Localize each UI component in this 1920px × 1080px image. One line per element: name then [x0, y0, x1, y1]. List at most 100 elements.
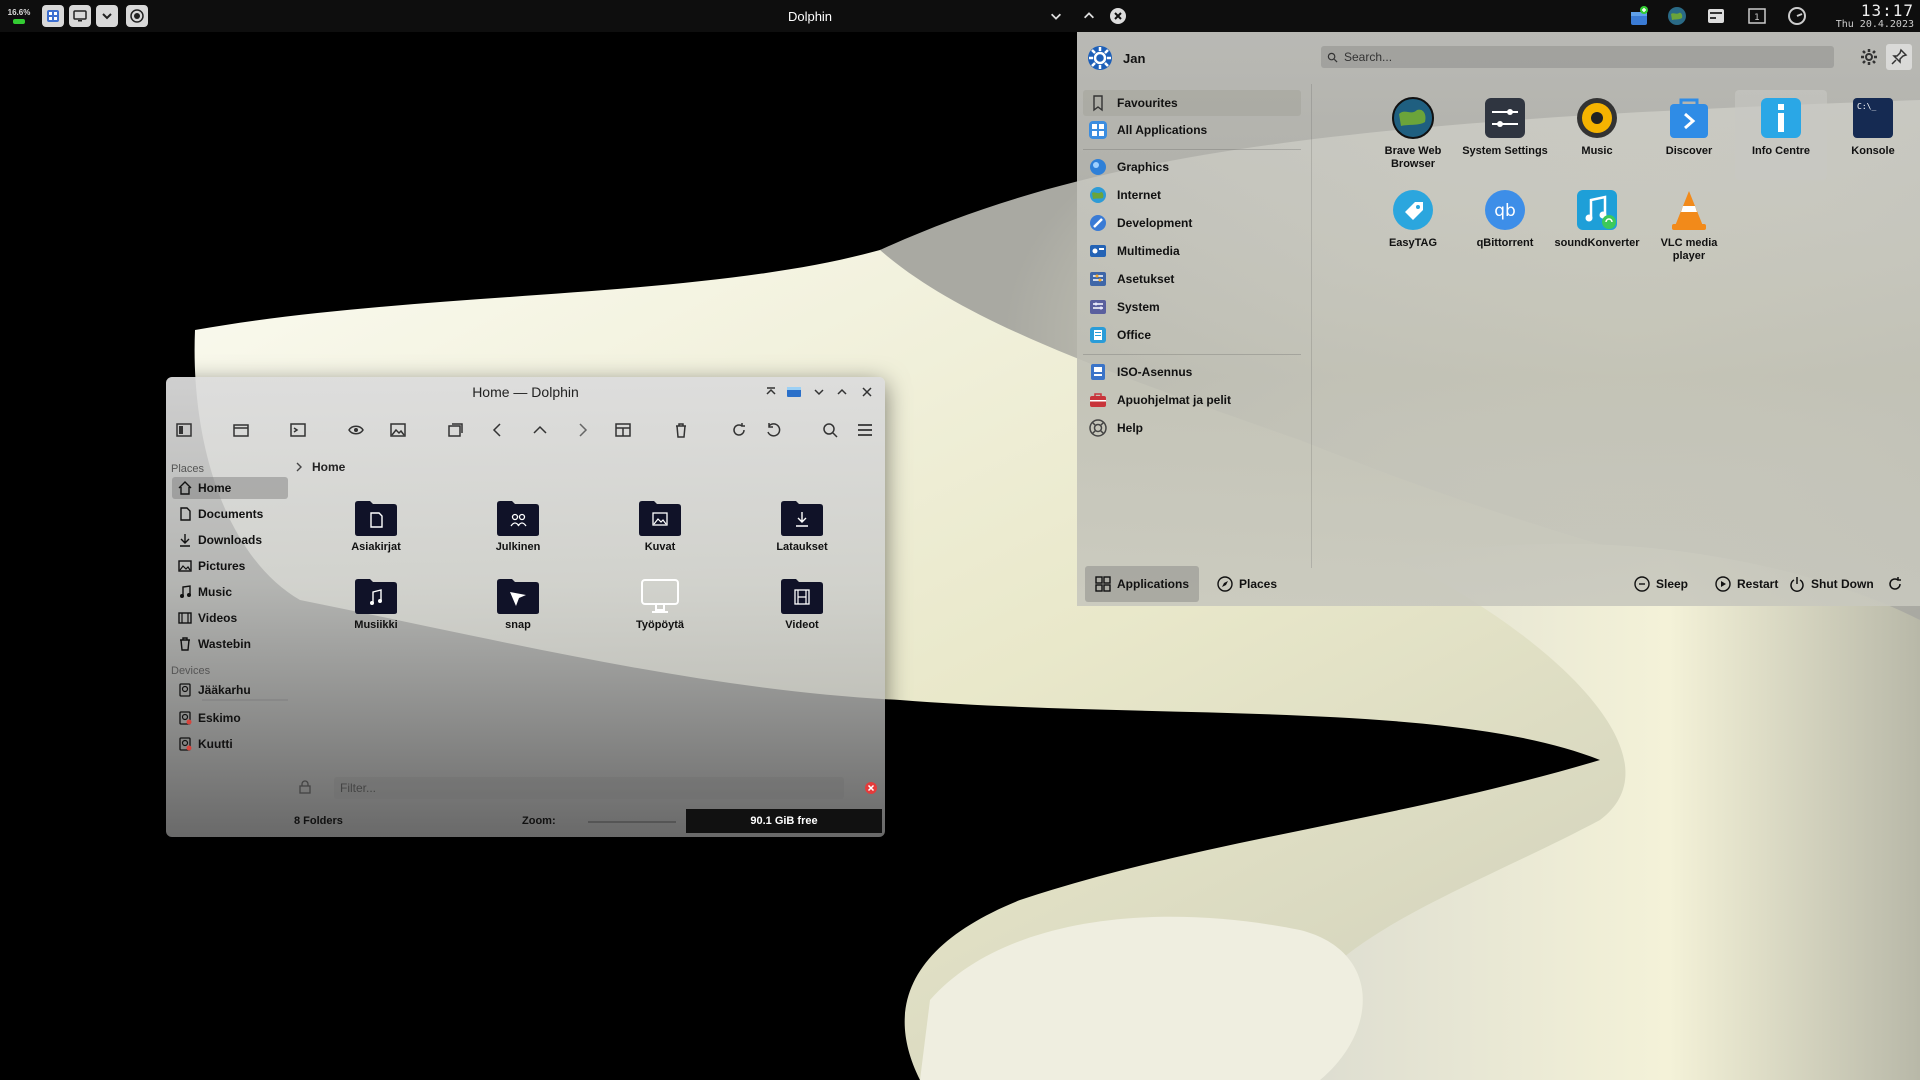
new-tab-button[interactable] — [228, 417, 254, 443]
app-brave[interactable]: Brave Web Browser — [1367, 90, 1459, 180]
search-placeholder: Search... — [1344, 50, 1393, 64]
folder-public-icon — [497, 501, 539, 536]
place-downloads[interactable]: Downloads — [172, 529, 288, 551]
maximize-button[interactable] — [834, 384, 850, 400]
shut-down-button[interactable]: Shut Down — [1779, 566, 1884, 602]
undo-button[interactable] — [760, 417, 786, 443]
toggle-panels-button[interactable] — [171, 417, 197, 443]
app-label: Info Centre — [1751, 145, 1811, 157]
help-icon — [1089, 419, 1107, 437]
category-all-applications[interactable]: All Applications — [1083, 117, 1301, 143]
window-menu-button[interactable] — [1047, 0, 1065, 32]
place-home[interactable]: Home — [172, 477, 288, 499]
user-profile[interactable]: Jan — [1087, 44, 1145, 72]
keep-above-button[interactable] — [763, 384, 779, 400]
delete-button[interactable] — [668, 417, 694, 443]
folder-lataukset[interactable]: Lataukset — [752, 499, 852, 563]
lock-filter-button[interactable] — [298, 780, 314, 796]
app-launcher-button[interactable] — [42, 5, 64, 27]
app-easytag[interactable]: EasyTAG — [1367, 182, 1459, 272]
pin-launcher-button[interactable] — [1886, 44, 1912, 70]
place-pictures[interactable]: Pictures — [172, 555, 288, 577]
screen-record-button[interactable] — [126, 5, 148, 27]
folder-musiikki[interactable]: Musiikki — [326, 577, 426, 641]
more-session-options-button[interactable] — [1883, 566, 1913, 602]
category-graphics[interactable]: Graphics — [1083, 154, 1301, 180]
place-wastebin[interactable]: Wastebin — [172, 633, 288, 655]
folder-tyopoyta[interactable]: Työpöytä — [610, 577, 710, 641]
category-iso-asennus[interactable]: ISO-Asennus — [1083, 359, 1301, 385]
configure-launcher-button[interactable] — [1856, 44, 1882, 70]
close-filter-button[interactable] — [864, 781, 878, 795]
tray-virtual-desktop[interactable]: 1 — [1744, 0, 1770, 32]
image-view-button[interactable] — [385, 417, 411, 443]
place-videos[interactable]: Videos — [172, 607, 288, 629]
place-music[interactable]: Music — [172, 581, 288, 603]
tab-places[interactable]: Places — [1207, 566, 1287, 602]
device-eskimo[interactable]: Eskimo — [172, 707, 288, 729]
details-view-button[interactable] — [610, 417, 636, 443]
app-system-settings[interactable]: System Settings — [1459, 90, 1551, 180]
zoom-slider[interactable] — [588, 821, 676, 823]
app-discover[interactable]: Discover — [1643, 90, 1735, 180]
window-list-button[interactable] — [96, 5, 118, 27]
tray-updates[interactable] — [1626, 0, 1652, 32]
folder-snap[interactable]: snap — [468, 577, 568, 641]
launcher-search-field[interactable]: Search... — [1321, 46, 1834, 68]
reload-button[interactable] — [726, 417, 752, 443]
folder-asiakirjat[interactable]: Asiakirjat — [326, 499, 426, 563]
cpu-load-widget[interactable]: 16.6% — [6, 0, 32, 32]
tray-disk-manager[interactable] — [1703, 0, 1729, 32]
back-button[interactable] — [485, 417, 511, 443]
preview-button[interactable] — [343, 417, 369, 443]
folder-julkinen[interactable]: Julkinen — [468, 499, 568, 563]
split-view-button[interactable] — [442, 417, 468, 443]
device-jaakarhu[interactable]: Jääkarhu — [172, 679, 288, 701]
tab-applications[interactable]: Applications — [1085, 566, 1200, 602]
place-label: Downloads — [198, 533, 263, 547]
power-icon — [1790, 577, 1804, 592]
downloads-icon — [180, 534, 190, 547]
folder-kuvat[interactable]: Kuvat — [610, 499, 710, 563]
folder-videot[interactable]: Videot — [752, 577, 852, 641]
up-button[interactable] — [527, 417, 553, 443]
breadcrumb[interactable]: Home — [294, 457, 345, 477]
app-music[interactable]: Music — [1551, 90, 1643, 180]
category-development[interactable]: Development — [1083, 210, 1301, 236]
app-konsole[interactable]: C:\_ Konsole — [1827, 90, 1919, 180]
hamburger-menu-button[interactable] — [852, 417, 878, 443]
minimize-button[interactable] — [811, 384, 827, 400]
search-icon — [1327, 52, 1338, 63]
category-office[interactable]: Office — [1083, 322, 1301, 348]
app-soundkonverter[interactable]: soundKonverter — [1551, 182, 1643, 272]
digital-clock[interactable]: 13:17 Thu 20.4.2023 — [1818, 0, 1914, 32]
app-vlc[interactable]: VLC media player — [1643, 182, 1735, 272]
category-internet[interactable]: Internet — [1083, 182, 1301, 208]
soundkonverter-icon — [1577, 190, 1617, 230]
terminal-button[interactable] — [285, 417, 311, 443]
tray-system-monitor[interactable] — [1784, 0, 1810, 32]
free-space-indicator[interactable]: 90.1 GiB free — [686, 809, 882, 833]
category-system[interactable]: System — [1083, 294, 1301, 320]
close-button[interactable] — [859, 384, 875, 400]
search-button[interactable] — [817, 417, 843, 443]
close-window-button[interactable] — [1108, 0, 1128, 32]
place-documents[interactable]: Documents — [172, 503, 288, 525]
maximize-button[interactable] — [1080, 0, 1098, 32]
filter-input[interactable] — [334, 777, 844, 799]
category-help[interactable]: Help — [1083, 415, 1301, 441]
category-multimedia[interactable]: Multimedia — [1083, 238, 1301, 264]
category-asetukset[interactable]: Asetukset — [1083, 266, 1301, 292]
breadcrumb-home[interactable]: Home — [312, 460, 345, 474]
app-info-centre[interactable]: Info Centre — [1735, 90, 1827, 180]
app-qbittorrent[interactable]: qb qBittorrent — [1459, 182, 1551, 272]
device-kuutti[interactable]: Kuutti — [172, 733, 288, 755]
forward-button[interactable] — [569, 417, 595, 443]
category-apuohjelmat[interactable]: Apuohjelmat ja pelit — [1083, 387, 1301, 413]
category-favourites[interactable]: Favourites — [1083, 90, 1301, 116]
sleep-button[interactable]: Sleep — [1624, 566, 1698, 602]
restart-button[interactable]: Restart — [1705, 566, 1788, 602]
folder-count: 8 Folders — [294, 815, 343, 827]
tray-browser[interactable] — [1664, 0, 1690, 32]
show-desktop-button[interactable] — [69, 5, 91, 27]
